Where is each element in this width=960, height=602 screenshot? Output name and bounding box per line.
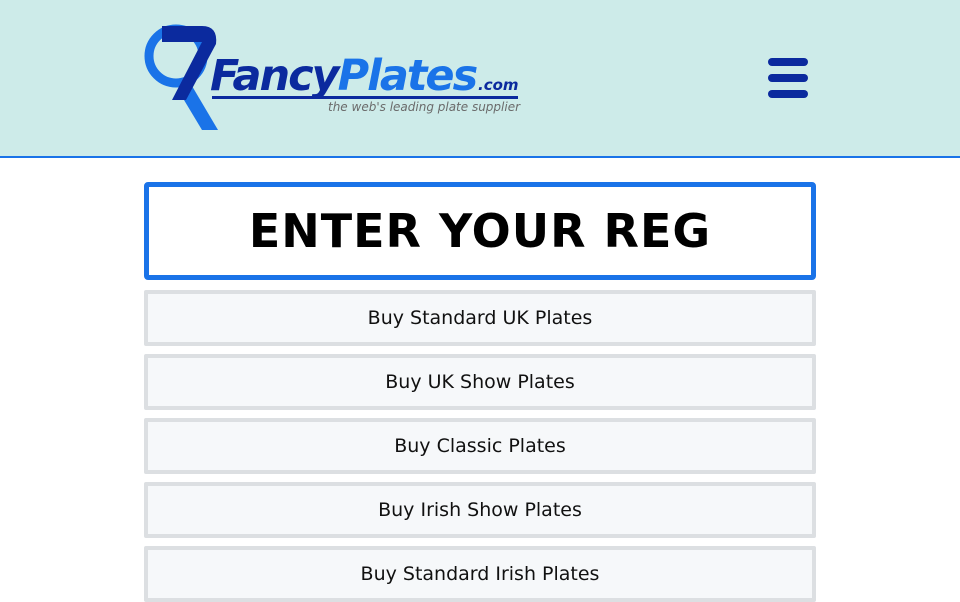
buy-uk-show-plates-button[interactable]: Buy UK Show Plates bbox=[144, 354, 816, 410]
buy-irish-show-plates-button[interactable]: Buy Irish Show Plates bbox=[144, 482, 816, 538]
domain-suffix: .com bbox=[478, 76, 519, 94]
menu-bar bbox=[768, 90, 808, 98]
site-header: FancyPlates .com the web's leading plate… bbox=[0, 0, 960, 158]
menu-bar bbox=[768, 74, 808, 82]
buy-standard-irish-plates-button[interactable]: Buy Standard Irish Plates bbox=[144, 546, 816, 602]
buy-classic-plates-button[interactable]: Buy Classic Plates bbox=[144, 418, 816, 474]
brand-name: FancyPlates bbox=[210, 51, 479, 101]
brand-name-part-1: Fancy bbox=[210, 51, 340, 101]
site-logo[interactable]: FancyPlates .com the web's leading plate… bbox=[140, 18, 540, 138]
menu-bar bbox=[768, 58, 808, 66]
hamburger-menu-icon[interactable] bbox=[766, 56, 810, 100]
brand-name-part-2: Plates bbox=[337, 51, 479, 101]
buy-standard-uk-plates-button[interactable]: Buy Standard UK Plates bbox=[144, 290, 816, 346]
main-content: Buy Standard UK Plates Buy UK Show Plate… bbox=[144, 182, 816, 602]
registration-input[interactable] bbox=[144, 182, 816, 280]
tagline: the web's leading plate supplier bbox=[328, 100, 521, 114]
logo-underline bbox=[212, 96, 518, 99]
